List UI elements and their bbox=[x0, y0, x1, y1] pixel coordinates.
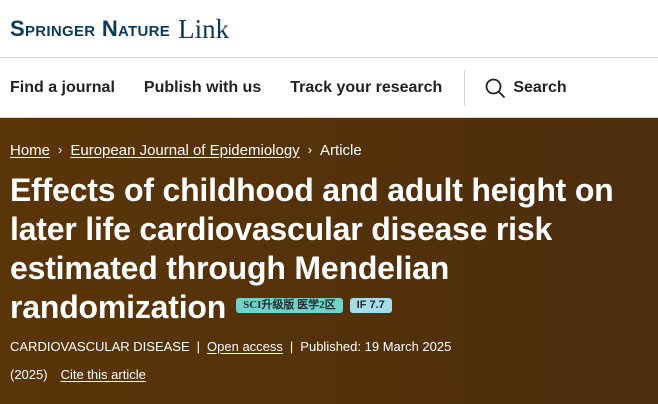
nav-track-research[interactable]: Track your research bbox=[290, 79, 442, 97]
site-header: Springer Nature Link bbox=[0, 0, 658, 58]
breadcrumb: Home › European Journal of Epidemiology … bbox=[10, 142, 648, 159]
cite-article-link[interactable]: Cite this article bbox=[61, 367, 146, 382]
article-meta-secondary: (2025) Cite this article bbox=[10, 367, 648, 382]
main-navigation: Find a journal Publish with us Track you… bbox=[0, 58, 658, 118]
article-title: Effects of childhood and adult height on… bbox=[10, 171, 648, 327]
article-year: (2025) bbox=[10, 367, 48, 382]
search-button[interactable]: Search bbox=[485, 78, 567, 98]
impact-factor-badge: IF 7.7 bbox=[349, 298, 392, 314]
nav-publish-with-us[interactable]: Publish with us bbox=[144, 79, 261, 97]
article-category: CARDIOVASCULAR DISEASE bbox=[10, 339, 190, 354]
sci-rank-badge: SCI升级版 医学2区 bbox=[236, 298, 343, 314]
published-date: Published: 19 March 2025 bbox=[300, 339, 452, 354]
breadcrumb-home[interactable]: Home bbox=[10, 142, 50, 159]
breadcrumb-current: Article bbox=[320, 142, 362, 159]
meta-divider: | bbox=[289, 339, 294, 354]
search-icon bbox=[485, 78, 506, 98]
open-access-link[interactable]: Open access bbox=[207, 339, 283, 354]
nav-find-journal[interactable]: Find a journal bbox=[10, 79, 115, 97]
springer-nature-logo[interactable]: Springer Nature bbox=[10, 16, 170, 42]
chevron-right-icon: › bbox=[58, 142, 63, 157]
article-meta: CARDIOVASCULAR DISEASE | Open access | P… bbox=[10, 339, 648, 354]
search-label: Search bbox=[513, 78, 567, 96]
nav-divider bbox=[464, 69, 466, 106]
article-hero: Home › European Journal of Epidemiology … bbox=[0, 118, 658, 404]
link-logo-text[interactable]: Link bbox=[178, 14, 229, 45]
chevron-right-icon: › bbox=[307, 142, 313, 157]
meta-divider: | bbox=[196, 339, 201, 354]
breadcrumb-journal[interactable]: European Journal of Epidemiology bbox=[70, 142, 299, 159]
